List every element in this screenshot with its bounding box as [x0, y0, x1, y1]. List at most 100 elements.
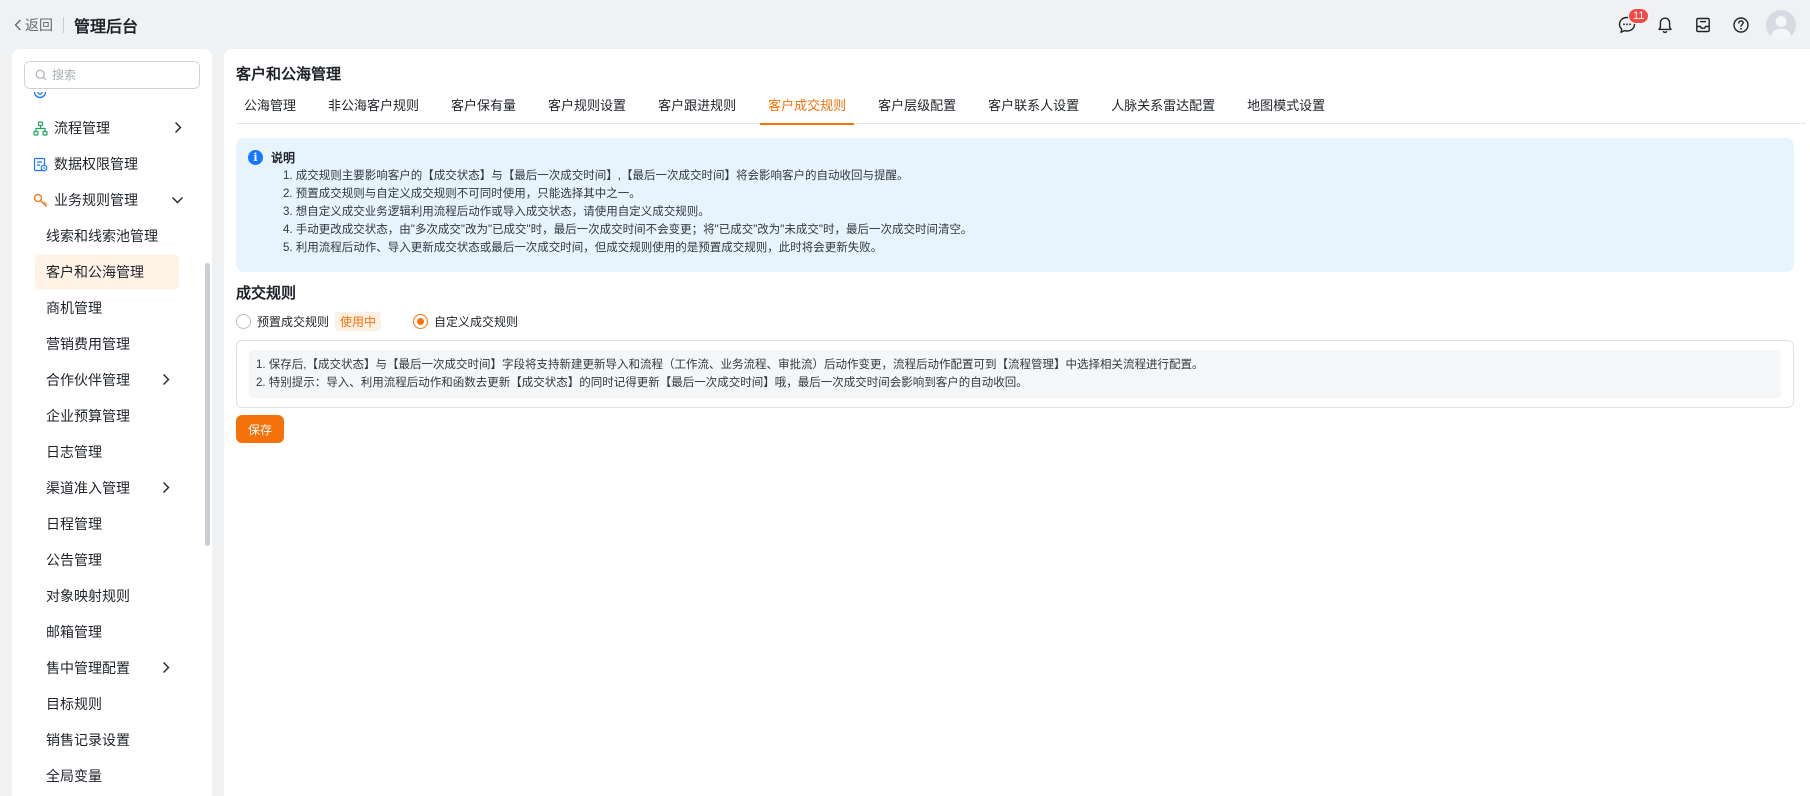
tab-public-pool[interactable]: 公海管理 — [236, 92, 304, 124]
sidebar-item-label: 客户和公海管理 — [46, 264, 144, 280]
section-title: 成交规则 — [236, 285, 297, 302]
chevron-right-icon — [163, 482, 170, 493]
tab-deal-rules[interactable]: 客户成交规则 — [760, 92, 855, 125]
sidebar-item-data-permission[interactable]: 数据权限管理 — [12, 146, 212, 182]
sidebar-item-label: 流程管理 — [54, 120, 110, 136]
inbox-button[interactable] — [1684, 6, 1722, 44]
sidebar-item-budget[interactable]: 企业预算管理 — [12, 398, 212, 434]
sidebar-item-flow[interactable]: 流程管理 — [12, 110, 212, 146]
tab-customer-level[interactable]: 客户层级配置 — [870, 92, 964, 124]
sidebar-item-label: 目标规则 — [46, 696, 102, 712]
info-line: 4. 手动更改成交状态，由"多次成交"改为"已成交"时，最后一次成交时间不会变更… — [283, 224, 973, 236]
page-title: 客户和公海管理 — [236, 66, 342, 83]
sidebar-item-in-sale-config[interactable]: 售中管理配置 — [12, 650, 212, 686]
info-lines: 1. 成交规则主要影响客户的【成交状态】与【最后一次成交时间】,【最后一次成交时… — [283, 167, 1782, 257]
sidebar-item-label: 销售记录设置 — [46, 732, 130, 748]
custom-rule-label: 自定义成交规则 — [434, 315, 519, 329]
divider — [63, 17, 64, 33]
search-input[interactable] — [52, 68, 192, 82]
radio-circle — [236, 314, 251, 329]
chevron-right-icon — [175, 122, 182, 133]
tab-follow-up-rules[interactable]: 客户跟进规则 — [650, 92, 744, 124]
flow-icon — [32, 120, 48, 136]
sidebar-item-label: 邮箱管理 — [46, 624, 102, 640]
rule-line: 2. 特别提示：导入、利用流程后动作和函数去更新【成交状态】的同时记得更新【最后… — [256, 377, 1028, 389]
sidebar-item-label: 日志管理 — [46, 444, 102, 460]
tab-bar: 公海管理 非公海客户规则 客户保有量 客户规则设置 客户跟进规则 客户成交规则 … — [236, 92, 1806, 125]
tab-customer-retention[interactable]: 客户保有量 — [443, 92, 524, 124]
sidebar-item-label: 渠道准入管理 — [46, 480, 130, 496]
sidebar-item-leads-pool[interactable]: 线索和线索池管理 — [12, 218, 212, 254]
info-line: 3. 想自定义成交业务逻辑利用流程后动作或导入成交状态，请使用自定义成交规则。 — [283, 206, 710, 218]
sidebar-item-target-rules[interactable]: 目标规则 — [12, 686, 212, 722]
sidebar-item-label: 合作伙伴管理 — [46, 372, 130, 388]
sidebar-item-log[interactable]: 日志管理 — [12, 434, 212, 470]
sidebar-item-label: 商机管理 — [46, 300, 102, 316]
sidebar-item-label: 对象映射规则 — [46, 588, 130, 604]
preset-rule-radio[interactable]: 预置成交规则 使用中 — [236, 312, 382, 331]
sidebar-item-label: 营销费用管理 — [46, 336, 130, 352]
sidebar-item-partner[interactable]: 合作伙伴管理 — [12, 362, 212, 398]
sidebar-item-channel-access[interactable]: 渠道准入管理 — [12, 470, 212, 506]
sidebar-item-customer-pool[interactable]: 客户和公海管理 — [12, 254, 212, 290]
chevron-right-icon — [163, 374, 170, 385]
tab-map-mode[interactable]: 地图模式设置 — [1239, 92, 1333, 124]
custom-rule-description: 1. 保存后,【成交状态】与【最后一次成交时间】字段将支持新建更新导入和流程（工… — [236, 340, 1794, 408]
rule-line: 1. 保存后,【成交状态】与【最后一次成交时间】字段将支持新建更新导入和流程（工… — [256, 359, 1204, 371]
sidebar-item-marketing-cost[interactable]: 营销费用管理 — [12, 326, 212, 362]
tab-contact-settings[interactable]: 客户联系人设置 — [980, 92, 1087, 124]
notification-button[interactable] — [1646, 6, 1684, 44]
chevron-down-icon — [172, 197, 183, 204]
data-permission-icon — [32, 156, 48, 172]
tab-customer-rule-settings[interactable]: 客户规则设置 — [540, 92, 634, 124]
info-title: 说明 — [271, 150, 296, 165]
sidebar: 流程管理 数据权限管理 业务规则管理 线索和线索池管理 客户和公海管理 商机管理 — [12, 49, 212, 796]
business-rule-icon — [32, 192, 48, 208]
sidebar-nav: 流程管理 数据权限管理 业务规则管理 线索和线索池管理 客户和公海管理 商机管理 — [12, 92, 212, 794]
sidebar-item-business-rules[interactable]: 业务规则管理 — [12, 182, 212, 218]
sidebar-item-partial[interactable] — [12, 92, 212, 110]
info-notice: i 说明 1. 成交规则主要影响客户的【成交状态】与【最后一次成交时间】,【最后… — [236, 138, 1794, 272]
sidebar-item-mailbox[interactable]: 邮箱管理 — [12, 614, 212, 650]
search-icon — [35, 69, 47, 81]
info-line: 2. 预置成交规则与自定义成交规则不可同时使用，只能选择其中之一。 — [283, 188, 641, 200]
sidebar-scrollbar[interactable] — [205, 263, 210, 546]
back-label: 返回 — [25, 17, 53, 33]
app-title: 管理后台 — [74, 19, 139, 36]
help-icon — [1733, 17, 1749, 33]
custom-rule-radio[interactable]: 自定义成交规则 — [413, 313, 518, 330]
sidebar-item-sales-record[interactable]: 销售记录设置 — [12, 722, 212, 758]
user-avatar-icon — [1770, 16, 1792, 40]
top-bar: 返回 管理后台 11 — [0, 0, 1810, 50]
main-panel: 客户和公海管理 公海管理 非公海客户规则 客户保有量 客户规则设置 客户跟进规则… — [224, 49, 1810, 796]
sidebar-item-label: 数据权限管理 — [54, 156, 138, 172]
sidebar-item-global-variables[interactable]: 全局变量 — [12, 758, 212, 794]
settings-icon — [33, 92, 47, 99]
chat-button[interactable]: 11 — [1608, 6, 1650, 44]
sidebar-item-label: 日程管理 — [46, 516, 102, 532]
radio-circle-selected — [413, 314, 429, 329]
sidebar-item-label: 公告管理 — [46, 552, 102, 568]
sidebar-item-opportunity[interactable]: 商机管理 — [12, 290, 212, 326]
tab-relationship-radar[interactable]: 人脉关系雷达配置 — [1103, 92, 1223, 124]
sidebar-item-announcement[interactable]: 公告管理 — [12, 542, 212, 578]
inbox-icon — [1696, 17, 1710, 33]
tab-non-pool-rules[interactable]: 非公海客户规则 — [320, 92, 427, 124]
sidebar-item-object-mapping[interactable]: 对象映射规则 — [12, 578, 212, 614]
info-icon: i — [248, 149, 263, 165]
deal-rule-radio-group: 预置成交规则 使用中 自定义成交规则 — [236, 312, 518, 331]
chevron-left-icon — [14, 19, 21, 31]
save-button[interactable]: 保存 — [236, 415, 284, 443]
info-line: 1. 成交规则主要影响客户的【成交状态】与【最后一次成交时间】,【最后一次成交时… — [283, 170, 909, 182]
back-button[interactable]: 返回 — [14, 15, 53, 35]
sidebar-item-schedule[interactable]: 日程管理 — [12, 506, 212, 542]
help-button[interactable] — [1722, 6, 1760, 44]
sidebar-item-label: 企业预算管理 — [46, 408, 130, 424]
chevron-right-icon — [163, 662, 170, 673]
sidebar-item-label: 全局变量 — [46, 768, 102, 784]
avatar[interactable] — [1766, 10, 1796, 40]
sidebar-item-label: 售中管理配置 — [46, 660, 130, 676]
sidebar-item-label: 业务规则管理 — [54, 192, 138, 208]
search-box[interactable] — [24, 61, 200, 89]
info-line: 5. 利用流程后动作、导入更新成交状态或最后一次成交时间，但成交规则使用的是预置… — [283, 242, 883, 254]
